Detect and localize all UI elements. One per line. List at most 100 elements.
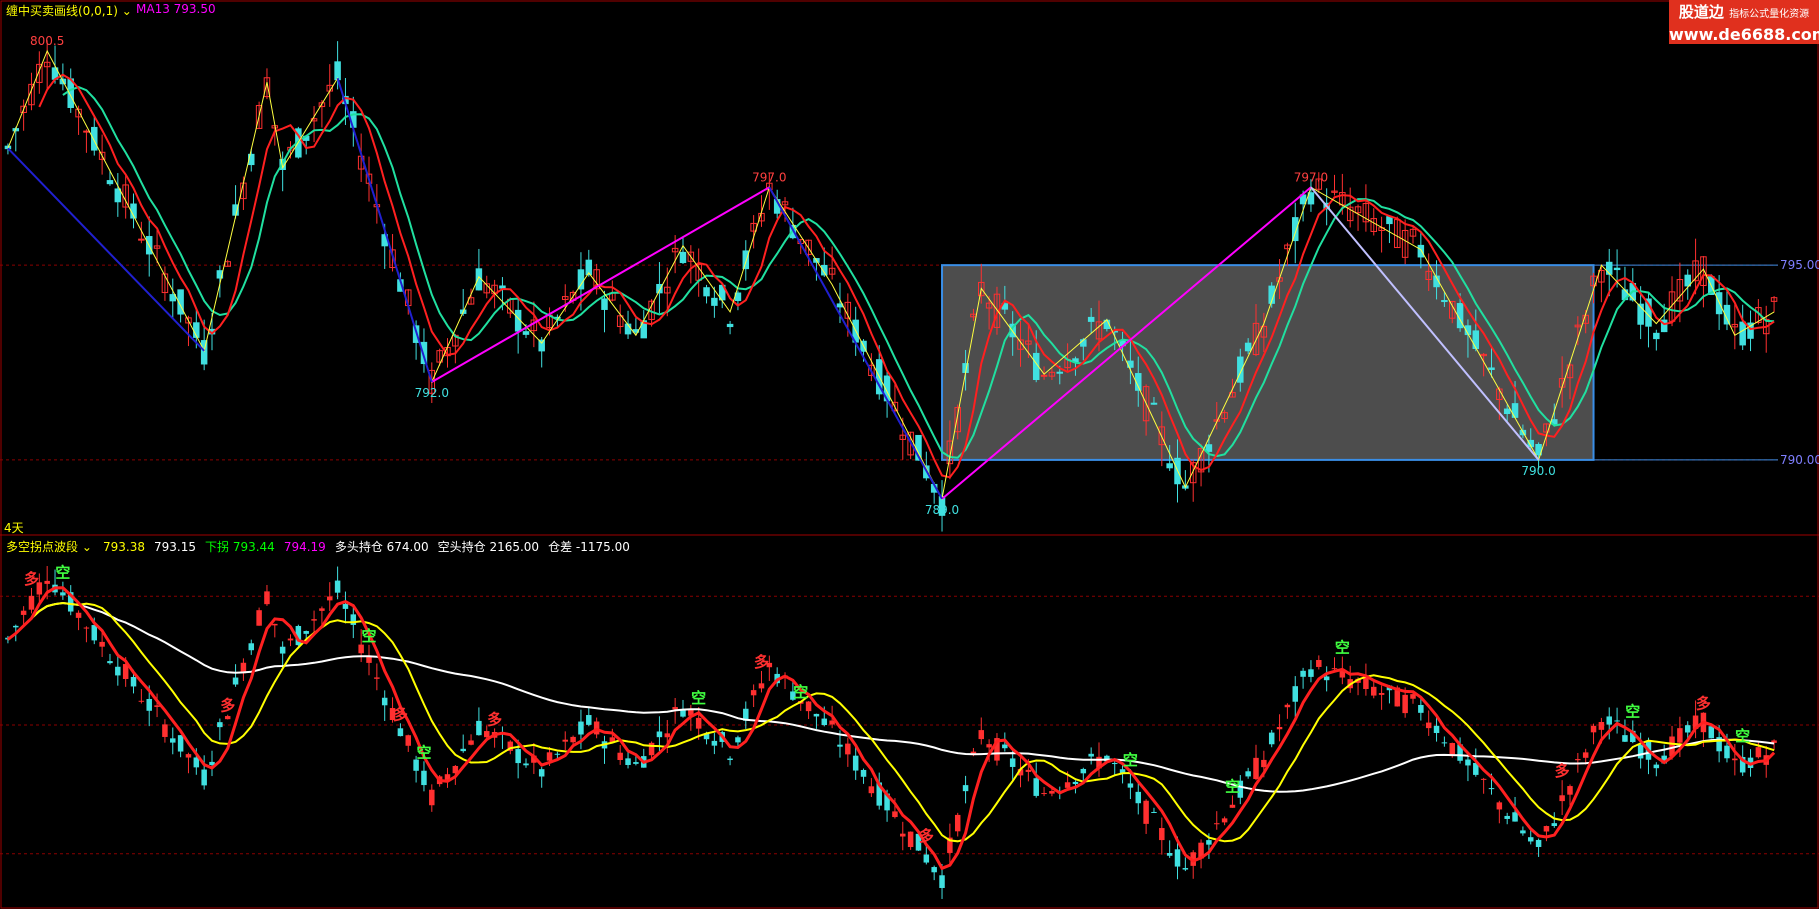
candle <box>577 269 585 290</box>
candle <box>1056 371 1064 374</box>
osc-bar <box>28 595 35 610</box>
osc-bar <box>162 724 168 737</box>
osc-bar <box>217 722 223 728</box>
osc-bar <box>99 641 105 647</box>
osc-bar <box>1245 771 1251 777</box>
osc-bar <box>1449 743 1455 755</box>
osc-bar <box>1551 823 1558 827</box>
osc-bar <box>1504 815 1510 819</box>
osc-bar <box>1284 704 1291 708</box>
osc-bar <box>578 721 584 735</box>
osc-bar <box>931 867 937 873</box>
osc-bar <box>735 737 741 743</box>
candle <box>1472 330 1480 350</box>
signal-label: 空 <box>1335 639 1350 657</box>
osc-bar <box>1229 804 1236 808</box>
osc-bar <box>845 743 851 755</box>
candle <box>742 250 750 270</box>
indicator-value: 多头持仓 674.00 <box>334 540 429 554</box>
osc-bar <box>1512 812 1518 822</box>
osc-bar <box>1206 840 1212 845</box>
osc-bar <box>83 627 90 629</box>
y-tick-label: 790.00 <box>1780 453 1819 467</box>
osc-bar <box>1575 759 1581 761</box>
osc-bar <box>170 738 176 743</box>
osc-bar <box>962 785 969 792</box>
chevron-down-icon[interactable]: ⌄ <box>118 4 132 18</box>
osc-bar <box>672 707 678 710</box>
signal-label: 空 <box>1225 777 1240 795</box>
candle <box>138 238 145 241</box>
osc-bar <box>750 690 757 696</box>
osc-bar <box>727 758 733 761</box>
osc-bar <box>986 744 992 748</box>
osc-bar <box>813 713 820 717</box>
trend-line <box>336 77 433 383</box>
osc-bar <box>1166 853 1173 856</box>
logo-tagline: 指标公式量化资源 <box>1729 9 1810 20</box>
signal-label: 多 <box>220 697 235 715</box>
osc-bar <box>1708 726 1715 739</box>
osc-bar <box>538 769 545 777</box>
pivot-label: 797.0 <box>1294 170 1328 184</box>
candle <box>1205 444 1213 452</box>
candle <box>169 294 177 302</box>
osc-bar <box>586 715 592 725</box>
osc-bar <box>1253 757 1259 779</box>
osc-bar <box>1323 676 1330 681</box>
osc-bar <box>60 592 66 596</box>
osc-bar <box>695 717 702 729</box>
osc-bar <box>1535 839 1542 847</box>
osc-bar <box>350 614 357 625</box>
osc-bar <box>366 656 372 663</box>
osc-bar <box>656 731 663 738</box>
bottom-indicator-name: 多空拐点波段 <box>6 540 79 554</box>
candle <box>1087 316 1095 322</box>
top-ma-value: MA13 793.50 <box>136 2 216 16</box>
candle <box>1441 300 1448 303</box>
bottom-indicator-title[interactable]: 多空拐点波段 ⌄ <box>6 538 92 555</box>
chevron-down-icon[interactable]: ⌄ <box>78 540 92 554</box>
indicator-value: 下拐 793.44 <box>205 540 275 554</box>
osc-bar <box>1598 722 1605 730</box>
osc-bar <box>484 731 490 738</box>
signal-label: 多 <box>1555 762 1570 780</box>
osc-bar <box>1268 732 1275 745</box>
osc-bar <box>1488 788 1495 790</box>
osc-bar <box>1221 818 1228 823</box>
osc-bar <box>1214 823 1220 825</box>
candle <box>1417 244 1425 258</box>
osc-bar <box>177 735 184 752</box>
osc-bar <box>1033 778 1039 796</box>
osc-bar <box>554 753 561 755</box>
osc-bar <box>1614 720 1620 722</box>
logo-name: 股道边 <box>1678 3 1724 21</box>
pivot-label: 790.0 <box>1521 464 1555 478</box>
osc-bar <box>1135 791 1142 804</box>
candle <box>1150 402 1158 405</box>
osc-bar <box>232 677 239 685</box>
top-indicator-title[interactable]: 缠中买卖画线(0,0,1) ⌄ <box>6 2 132 19</box>
pivot-label: 797.0 <box>752 170 786 184</box>
osc-bar <box>468 740 474 745</box>
osc-bar <box>1465 759 1471 766</box>
indicator-value: 仓差 -1175.00 <box>548 540 630 554</box>
trend-line <box>7 147 205 352</box>
osc-bar <box>1378 693 1385 695</box>
osc-bar <box>303 631 309 634</box>
candle <box>114 188 122 203</box>
signal-label: 空 <box>55 564 70 582</box>
osc-bar <box>711 740 718 746</box>
candle <box>83 130 90 133</box>
candle <box>334 61 341 81</box>
candle <box>679 251 687 264</box>
osc-bar <box>570 736 576 743</box>
candle <box>601 298 608 310</box>
osc-bar <box>154 705 160 707</box>
osc-bar <box>1433 725 1440 734</box>
candle <box>1613 267 1621 271</box>
osc-bar <box>138 700 145 702</box>
signal-label: 空 <box>1735 727 1750 745</box>
osc-bar <box>91 625 98 641</box>
osc-bar <box>334 580 341 593</box>
